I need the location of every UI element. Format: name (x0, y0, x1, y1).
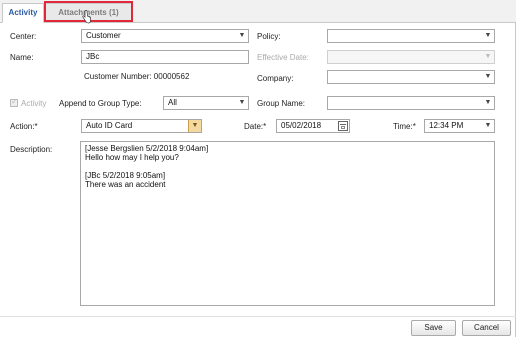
center-value: Customer (86, 31, 121, 40)
name-label: Name: (10, 53, 34, 62)
policy-label: Policy: (257, 32, 281, 41)
description-line: [JBc 5/2/2018 9:05am] (85, 171, 166, 180)
date-value: 05/02/2018 (281, 121, 322, 130)
chevron-down-icon[interactable]: ▼ (482, 97, 494, 109)
policy-select[interactable]: ▼ (327, 29, 495, 43)
save-button[interactable]: Save (411, 320, 456, 336)
action-value: Auto ID Card (86, 121, 133, 130)
group-name-label: Group Name: (257, 99, 306, 108)
activity-checkbox-label: Activity (21, 99, 47, 108)
company-label: Company: (257, 74, 294, 83)
date-label: Date:* (244, 122, 267, 131)
description-textarea[interactable]: [Jesse Bergslien 5/2/2018 9:04am] Hello … (80, 141, 495, 306)
chevron-down-icon[interactable]: ▼ (236, 97, 248, 109)
description-line (85, 162, 490, 171)
time-label: Time:* (393, 122, 416, 131)
name-value: JBc (86, 52, 100, 61)
action-label: Action:* (10, 122, 38, 131)
cancel-button[interactable]: Cancel (462, 320, 511, 336)
group-name-select[interactable]: ▼ (327, 96, 495, 110)
description-line: Hello how may I help you? (85, 153, 179, 162)
name-input[interactable]: JBc (81, 50, 249, 64)
append-group-type-label: Append to Group Type: (59, 99, 142, 108)
center-label: Center: (10, 32, 37, 41)
chevron-down-icon: ▼ (484, 53, 492, 60)
customer-number: Customer Number: 00000562 (84, 72, 190, 81)
time-select[interactable]: 12:34 PM ▼ (424, 119, 495, 133)
chevron-down-icon[interactable]: ▼ (482, 120, 494, 132)
effective-date-label: Effective Date: (257, 53, 309, 62)
company-select[interactable]: ▼ (327, 70, 495, 84)
center-select[interactable]: Customer ▼ (81, 29, 249, 43)
chevron-down-icon[interactable]: ▼ (482, 71, 494, 83)
chevron-down-icon[interactable]: ▼ (482, 30, 494, 42)
activity-checkbox (10, 97, 18, 107)
action-select[interactable]: Auto ID Card ▼ (81, 119, 202, 133)
tab-bar: Activity Attachments (1) (0, 0, 516, 23)
effective-date-select[interactable]: ▼ (327, 50, 495, 64)
chevron-down-icon[interactable]: ▼ (188, 120, 201, 132)
append-group-type-select[interactable]: All ▼ (163, 96, 249, 110)
description-line: There was an accident (85, 180, 166, 189)
hand-pointer-icon (82, 10, 91, 24)
calendar-icon[interactable] (338, 121, 348, 131)
tab-activity[interactable]: Activity (2, 3, 44, 23)
footer-divider (0, 316, 516, 317)
description-label: Description: (10, 145, 53, 154)
append-group-type-value: All (168, 98, 177, 107)
chevron-down-icon[interactable]: ▼ (236, 30, 248, 42)
description-line: [Jesse Bergslien 5/2/2018 9:04am] (85, 144, 209, 153)
date-input[interactable]: 05/02/2018 (276, 119, 350, 133)
time-value: 12:34 PM (429, 121, 464, 130)
